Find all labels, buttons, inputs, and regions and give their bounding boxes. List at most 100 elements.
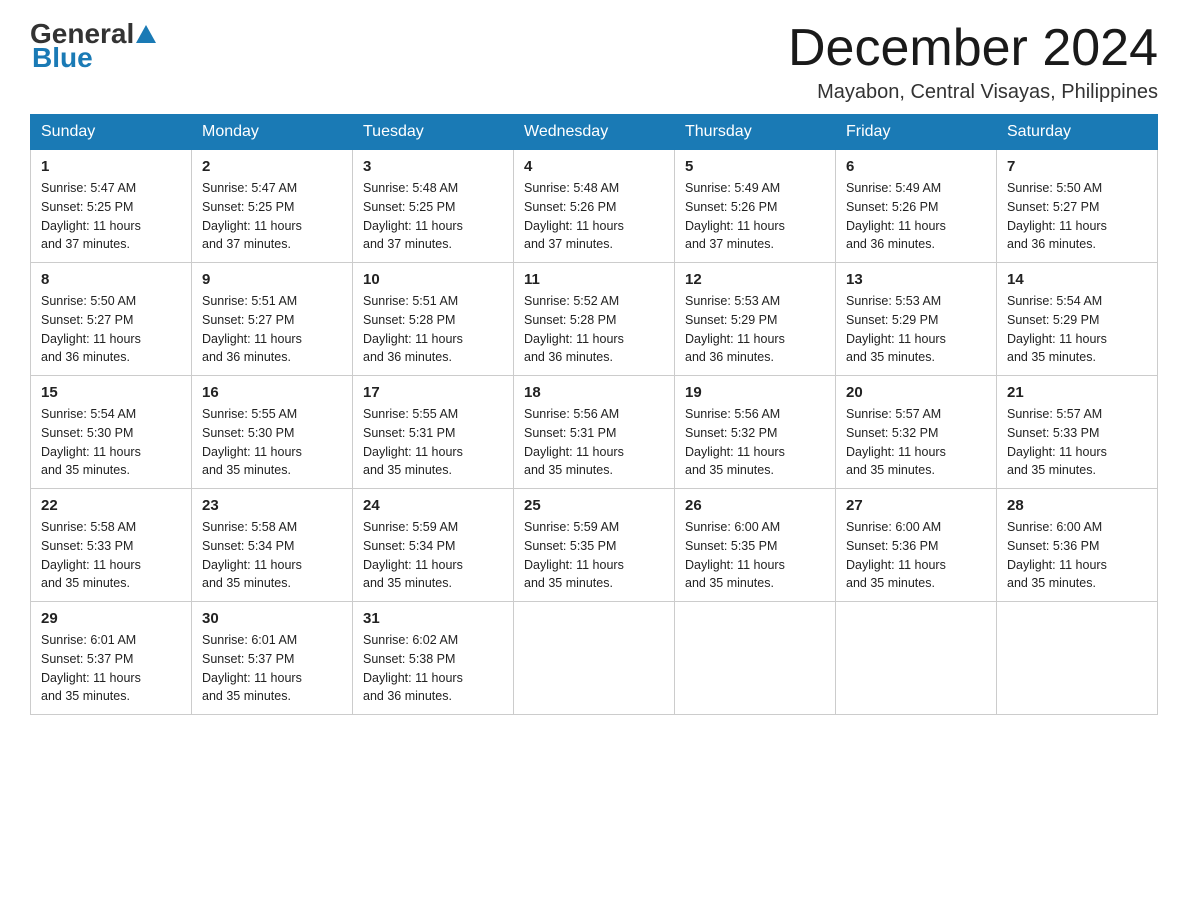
day-info: Sunrise: 5:57 AM Sunset: 5:32 PM Dayligh… [846, 405, 986, 480]
calendar-cell: 10 Sunrise: 5:51 AM Sunset: 5:28 PM Dayl… [353, 263, 514, 376]
day-number: 12 [685, 271, 825, 288]
calendar-cell: 22 Sunrise: 5:58 AM Sunset: 5:33 PM Dayl… [31, 489, 192, 602]
col-monday: Monday [192, 115, 353, 150]
calendar-cell: 28 Sunrise: 6:00 AM Sunset: 5:36 PM Dayl… [997, 489, 1158, 602]
calendar-cell: 4 Sunrise: 5:48 AM Sunset: 5:26 PM Dayli… [514, 150, 675, 263]
day-number: 2 [202, 158, 342, 175]
calendar-cell: 2 Sunrise: 5:47 AM Sunset: 5:25 PM Dayli… [192, 150, 353, 263]
calendar-cell: 7 Sunrise: 5:50 AM Sunset: 5:27 PM Dayli… [997, 150, 1158, 263]
day-number: 27 [846, 497, 986, 514]
calendar-cell: 14 Sunrise: 5:54 AM Sunset: 5:29 PM Dayl… [997, 263, 1158, 376]
day-info: Sunrise: 5:50 AM Sunset: 5:27 PM Dayligh… [1007, 179, 1147, 254]
day-number: 6 [846, 158, 986, 175]
calendar-cell: 17 Sunrise: 5:55 AM Sunset: 5:31 PM Dayl… [353, 376, 514, 489]
day-number: 9 [202, 271, 342, 288]
calendar-cell: 15 Sunrise: 5:54 AM Sunset: 5:30 PM Dayl… [31, 376, 192, 489]
day-info: Sunrise: 5:49 AM Sunset: 5:26 PM Dayligh… [685, 179, 825, 254]
day-number: 1 [41, 158, 181, 175]
day-info: Sunrise: 6:01 AM Sunset: 5:37 PM Dayligh… [41, 631, 181, 706]
day-number: 4 [524, 158, 664, 175]
title-block: December 2024 Mayabon, Central Visayas, … [788, 20, 1158, 104]
day-info: Sunrise: 5:49 AM Sunset: 5:26 PM Dayligh… [846, 179, 986, 254]
day-number: 13 [846, 271, 986, 288]
calendar-cell: 8 Sunrise: 5:50 AM Sunset: 5:27 PM Dayli… [31, 263, 192, 376]
day-info: Sunrise: 5:55 AM Sunset: 5:31 PM Dayligh… [363, 405, 503, 480]
calendar-cell: 19 Sunrise: 5:56 AM Sunset: 5:32 PM Dayl… [675, 376, 836, 489]
day-number: 14 [1007, 271, 1147, 288]
day-number: 7 [1007, 158, 1147, 175]
calendar-cell: 5 Sunrise: 5:49 AM Sunset: 5:26 PM Dayli… [675, 150, 836, 263]
day-info: Sunrise: 5:58 AM Sunset: 5:33 PM Dayligh… [41, 518, 181, 593]
day-info: Sunrise: 5:48 AM Sunset: 5:25 PM Dayligh… [363, 179, 503, 254]
day-number: 11 [524, 271, 664, 288]
day-number: 17 [363, 384, 503, 401]
day-info: Sunrise: 5:51 AM Sunset: 5:27 PM Dayligh… [202, 292, 342, 367]
day-info: Sunrise: 5:57 AM Sunset: 5:33 PM Dayligh… [1007, 405, 1147, 480]
calendar-cell: 20 Sunrise: 5:57 AM Sunset: 5:32 PM Dayl… [836, 376, 997, 489]
day-number: 22 [41, 497, 181, 514]
week-row-1: 1 Sunrise: 5:47 AM Sunset: 5:25 PM Dayli… [31, 150, 1158, 263]
day-info: Sunrise: 5:54 AM Sunset: 5:29 PM Dayligh… [1007, 292, 1147, 367]
col-sunday: Sunday [31, 115, 192, 150]
calendar-cell [675, 602, 836, 715]
col-saturday: Saturday [997, 115, 1158, 150]
day-number: 20 [846, 384, 986, 401]
day-info: Sunrise: 5:50 AM Sunset: 5:27 PM Dayligh… [41, 292, 181, 367]
calendar-cell: 11 Sunrise: 5:52 AM Sunset: 5:28 PM Dayl… [514, 263, 675, 376]
week-row-3: 15 Sunrise: 5:54 AM Sunset: 5:30 PM Dayl… [31, 376, 1158, 489]
calendar-cell: 24 Sunrise: 5:59 AM Sunset: 5:34 PM Dayl… [353, 489, 514, 602]
calendar-cell: 6 Sunrise: 5:49 AM Sunset: 5:26 PM Dayli… [836, 150, 997, 263]
day-number: 19 [685, 384, 825, 401]
col-friday: Friday [836, 115, 997, 150]
week-row-5: 29 Sunrise: 6:01 AM Sunset: 5:37 PM Dayl… [31, 602, 1158, 715]
location-text: Mayabon, Central Visayas, Philippines [788, 81, 1158, 104]
calendar-cell: 30 Sunrise: 6:01 AM Sunset: 5:37 PM Dayl… [192, 602, 353, 715]
col-wednesday: Wednesday [514, 115, 675, 150]
calendar-cell [514, 602, 675, 715]
logo-blue-text: Blue [30, 44, 93, 72]
week-row-2: 8 Sunrise: 5:50 AM Sunset: 5:27 PM Dayli… [31, 263, 1158, 376]
col-tuesday: Tuesday [353, 115, 514, 150]
day-number: 16 [202, 384, 342, 401]
day-info: Sunrise: 5:56 AM Sunset: 5:32 PM Dayligh… [685, 405, 825, 480]
day-info: Sunrise: 6:01 AM Sunset: 5:37 PM Dayligh… [202, 631, 342, 706]
day-info: Sunrise: 5:55 AM Sunset: 5:30 PM Dayligh… [202, 405, 342, 480]
logo-triangle-icon [136, 25, 156, 43]
day-info: Sunrise: 5:56 AM Sunset: 5:31 PM Dayligh… [524, 405, 664, 480]
day-info: Sunrise: 5:47 AM Sunset: 5:25 PM Dayligh… [202, 179, 342, 254]
calendar-cell: 3 Sunrise: 5:48 AM Sunset: 5:25 PM Dayli… [353, 150, 514, 263]
calendar-cell: 26 Sunrise: 6:00 AM Sunset: 5:35 PM Dayl… [675, 489, 836, 602]
day-number: 23 [202, 497, 342, 514]
col-thursday: Thursday [675, 115, 836, 150]
day-number: 3 [363, 158, 503, 175]
calendar-cell: 25 Sunrise: 5:59 AM Sunset: 5:35 PM Dayl… [514, 489, 675, 602]
week-row-4: 22 Sunrise: 5:58 AM Sunset: 5:33 PM Dayl… [31, 489, 1158, 602]
day-number: 24 [363, 497, 503, 514]
day-number: 21 [1007, 384, 1147, 401]
calendar-cell: 21 Sunrise: 5:57 AM Sunset: 5:33 PM Dayl… [997, 376, 1158, 489]
day-info: Sunrise: 5:47 AM Sunset: 5:25 PM Dayligh… [41, 179, 181, 254]
calendar-cell: 27 Sunrise: 6:00 AM Sunset: 5:36 PM Dayl… [836, 489, 997, 602]
day-number: 31 [363, 610, 503, 627]
calendar-cell: 29 Sunrise: 6:01 AM Sunset: 5:37 PM Dayl… [31, 602, 192, 715]
logo: General Blue [30, 20, 156, 72]
page-header: General Blue December 2024 Mayabon, Cent… [30, 20, 1158, 104]
calendar-table: Sunday Monday Tuesday Wednesday Thursday… [30, 114, 1158, 715]
calendar-cell: 12 Sunrise: 5:53 AM Sunset: 5:29 PM Dayl… [675, 263, 836, 376]
day-info: Sunrise: 5:51 AM Sunset: 5:28 PM Dayligh… [363, 292, 503, 367]
day-info: Sunrise: 5:53 AM Sunset: 5:29 PM Dayligh… [685, 292, 825, 367]
calendar-cell [997, 602, 1158, 715]
day-info: Sunrise: 5:53 AM Sunset: 5:29 PM Dayligh… [846, 292, 986, 367]
day-number: 26 [685, 497, 825, 514]
day-info: Sunrise: 5:59 AM Sunset: 5:34 PM Dayligh… [363, 518, 503, 593]
day-number: 29 [41, 610, 181, 627]
day-number: 28 [1007, 497, 1147, 514]
day-number: 25 [524, 497, 664, 514]
day-number: 8 [41, 271, 181, 288]
day-number: 18 [524, 384, 664, 401]
day-number: 30 [202, 610, 342, 627]
calendar-cell: 16 Sunrise: 5:55 AM Sunset: 5:30 PM Dayl… [192, 376, 353, 489]
day-info: Sunrise: 6:00 AM Sunset: 5:36 PM Dayligh… [846, 518, 986, 593]
day-number: 5 [685, 158, 825, 175]
calendar-cell: 31 Sunrise: 6:02 AM Sunset: 5:38 PM Dayl… [353, 602, 514, 715]
